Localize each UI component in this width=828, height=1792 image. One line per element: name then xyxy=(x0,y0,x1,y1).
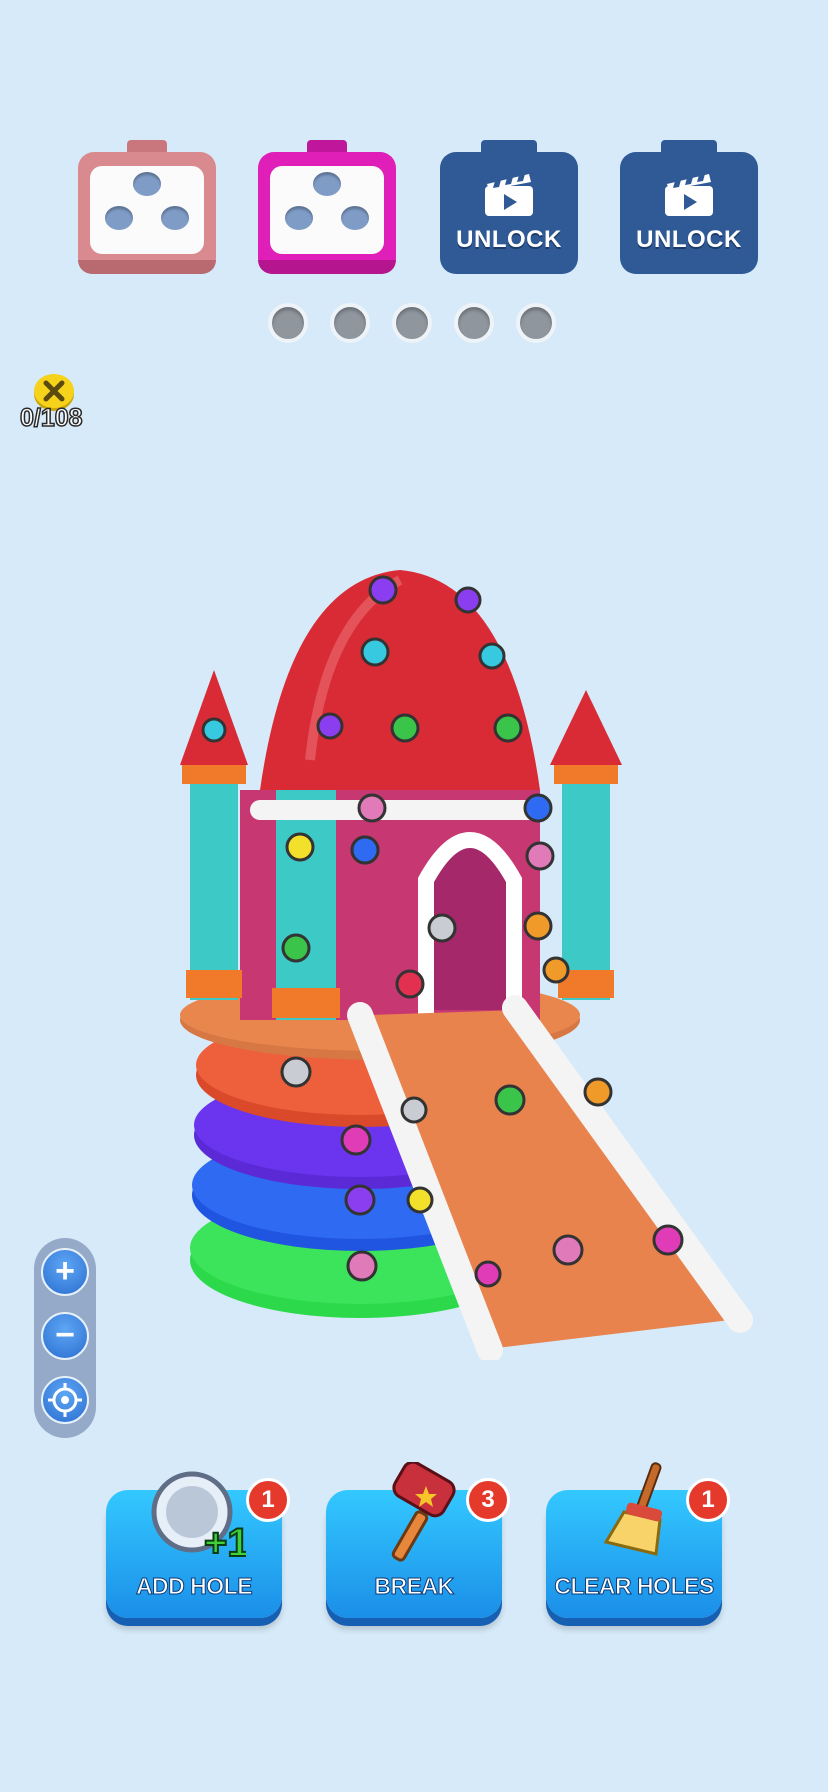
screw-hole xyxy=(133,172,161,196)
video-clapperboard-icon xyxy=(665,174,713,216)
zoom-out-button[interactable]: − xyxy=(41,1312,89,1360)
screw-hole xyxy=(313,172,341,196)
slot-box-pink[interactable] xyxy=(78,140,216,280)
screw-hole xyxy=(285,206,313,230)
slot-locked-2[interactable]: UNLOCK xyxy=(620,140,758,280)
break-label: BREAK xyxy=(374,1573,455,1600)
progress-dot xyxy=(454,303,494,343)
video-clapperboard-icon xyxy=(485,174,533,216)
break-count-badge: 3 xyxy=(466,1478,510,1522)
zoom-in-button[interactable]: + xyxy=(41,1248,89,1296)
screw-hole xyxy=(341,206,369,230)
hole-plus-one-icon: +1 xyxy=(151,1471,246,1562)
box-body xyxy=(258,152,396,274)
progress-dot xyxy=(268,303,308,343)
castle-model[interactable] xyxy=(150,560,770,1360)
add-hole-label: ADD HOLE xyxy=(135,1573,253,1600)
slot-box-magenta[interactable] xyxy=(258,140,396,280)
target-icon xyxy=(48,1383,82,1417)
minus-icon: − xyxy=(55,1316,75,1354)
broom-icon xyxy=(603,1462,663,1556)
progress-dot xyxy=(330,303,370,343)
screw-counter: 0/108 xyxy=(19,403,83,433)
clear-holes-button[interactable]: 1 CLEAR HOLES xyxy=(546,1462,730,1618)
unlock-label: UNLOCK xyxy=(636,226,742,253)
break-button[interactable]: 3 BREAK xyxy=(326,1462,510,1618)
hammer-icon xyxy=(391,1462,456,1562)
plus-icon: + xyxy=(55,1252,75,1290)
svg-text:+1: +1 xyxy=(204,1521,246,1562)
unlock-label: UNLOCK xyxy=(456,226,562,253)
add-hole-count-badge: 1 xyxy=(246,1478,290,1522)
box-body xyxy=(78,152,216,274)
clear-holes-count-badge: 1 xyxy=(686,1478,730,1522)
progress-dot xyxy=(516,303,556,343)
progress-dot xyxy=(392,303,432,343)
add-hole-button[interactable]: +1 1 ADD HOLE xyxy=(106,1471,290,1618)
screw-hole xyxy=(105,206,133,230)
screw-hole xyxy=(161,206,189,230)
slot-locked-1[interactable]: UNLOCK xyxy=(440,140,578,280)
zoom-panel: + − xyxy=(34,1238,96,1438)
recenter-button[interactable] xyxy=(41,1376,89,1424)
clear-holes-label: CLEAR HOLES xyxy=(554,1573,715,1600)
